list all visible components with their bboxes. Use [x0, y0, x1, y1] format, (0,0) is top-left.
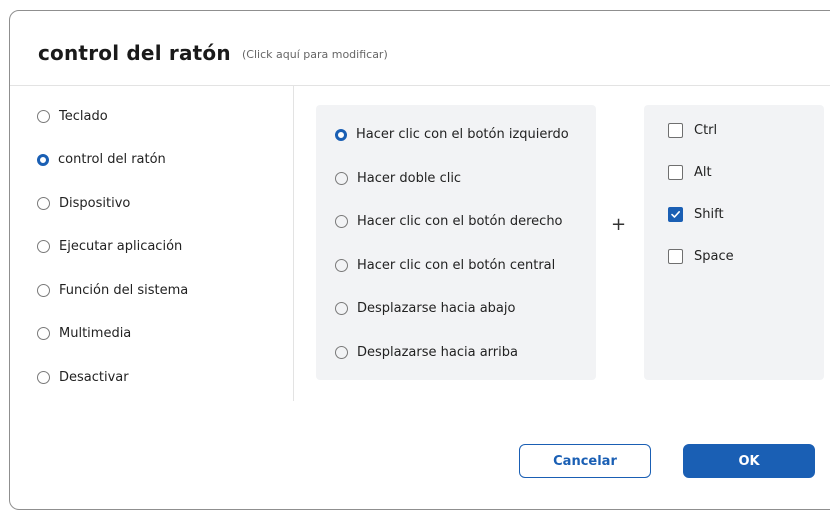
dialog-title: control del ratón: [38, 41, 231, 65]
sidebar-item-run-application[interactable]: Ejecutar aplicación: [37, 239, 182, 254]
sidebar-item-label: Teclado: [59, 109, 108, 124]
sidebar-item-label: Desactivar: [59, 370, 129, 385]
modifier-label: Ctrl: [694, 123, 718, 138]
action-label: Hacer doble clic: [357, 171, 462, 186]
checkbox-icon: [668, 165, 683, 180]
sidebar-item-disable[interactable]: Desactivar: [37, 370, 129, 385]
sidebar-item-device[interactable]: Dispositivo: [37, 196, 130, 211]
sidebar-item-multimedia[interactable]: Multimedia: [37, 326, 131, 341]
action-label: Hacer clic con el botón central: [357, 258, 556, 273]
sidebar-divider: [293, 86, 294, 401]
modifier-label: Shift: [694, 207, 724, 222]
sidebar-item-label: Ejecutar aplicación: [59, 239, 183, 254]
sidebar-item-label: control del ratón: [58, 152, 166, 167]
cancel-button[interactable]: Cancelar: [519, 444, 651, 478]
modifier-label: Space: [694, 249, 734, 264]
header-divider: [10, 85, 830, 86]
action-scroll-down[interactable]: Desplazarse hacia abajo: [335, 301, 515, 316]
action-right-click[interactable]: Hacer clic con el botón derecho: [335, 214, 563, 229]
action-label: Desplazarse hacia abajo: [357, 301, 516, 316]
radio-button-icon: [37, 153, 49, 166]
radio-button-icon: [335, 346, 348, 359]
plus-icon: +: [611, 214, 627, 235]
modifier-label: Alt: [694, 165, 712, 180]
radio-button-icon: [335, 128, 347, 141]
sidebar-item-label: Función del sistema: [59, 283, 189, 298]
modifier-alt-checkbox[interactable]: Alt: [668, 165, 712, 180]
checkbox-icon: [668, 123, 683, 138]
radio-button-icon: [37, 327, 50, 340]
modifier-key-panel: [644, 105, 824, 380]
sidebar-item-label: Dispositivo: [59, 196, 131, 211]
radio-button-icon: [37, 284, 50, 297]
radio-button-icon: [335, 215, 348, 228]
action-double-click[interactable]: Hacer doble clic: [335, 171, 461, 186]
sidebar-item-label: Multimedia: [59, 326, 132, 341]
radio-button-icon: [37, 371, 50, 384]
modify-hint-link[interactable]: (Click aquí para modificar): [242, 48, 388, 61]
radio-button-icon: [37, 110, 50, 123]
sidebar-item-keyboard[interactable]: Teclado: [37, 109, 108, 124]
modifier-shift-checkbox[interactable]: Shift: [668, 207, 724, 222]
checkmark-icon: [671, 211, 680, 218]
action-label: Desplazarse hacia arriba: [357, 345, 518, 360]
radio-button-icon: [335, 302, 348, 315]
action-label: Hacer clic con el botón derecho: [357, 214, 563, 229]
checkbox-icon: [668, 207, 683, 222]
action-middle-click[interactable]: Hacer clic con el botón central: [335, 258, 555, 273]
mouse-control-dialog: control del ratón (Click aquí para modif…: [9, 10, 830, 510]
radio-button-icon: [335, 172, 348, 185]
checkbox-icon: [668, 249, 683, 264]
radio-button-icon: [37, 240, 50, 253]
action-scroll-up[interactable]: Desplazarse hacia arriba: [335, 345, 518, 360]
sidebar-item-system-function[interactable]: Función del sistema: [37, 283, 188, 298]
ok-button[interactable]: OK: [683, 444, 815, 478]
action-left-click[interactable]: Hacer clic con el botón izquierdo: [335, 127, 569, 142]
modifier-space-checkbox[interactable]: Space: [668, 249, 734, 264]
modifier-ctrl-checkbox[interactable]: Ctrl: [668, 123, 717, 138]
action-label: Hacer clic con el botón izquierdo: [356, 127, 569, 142]
radio-button-icon: [335, 259, 348, 272]
sidebar-item-mouse-control[interactable]: control del ratón: [37, 152, 166, 167]
radio-button-icon: [37, 197, 50, 210]
mouse-action-panel: [316, 105, 596, 380]
